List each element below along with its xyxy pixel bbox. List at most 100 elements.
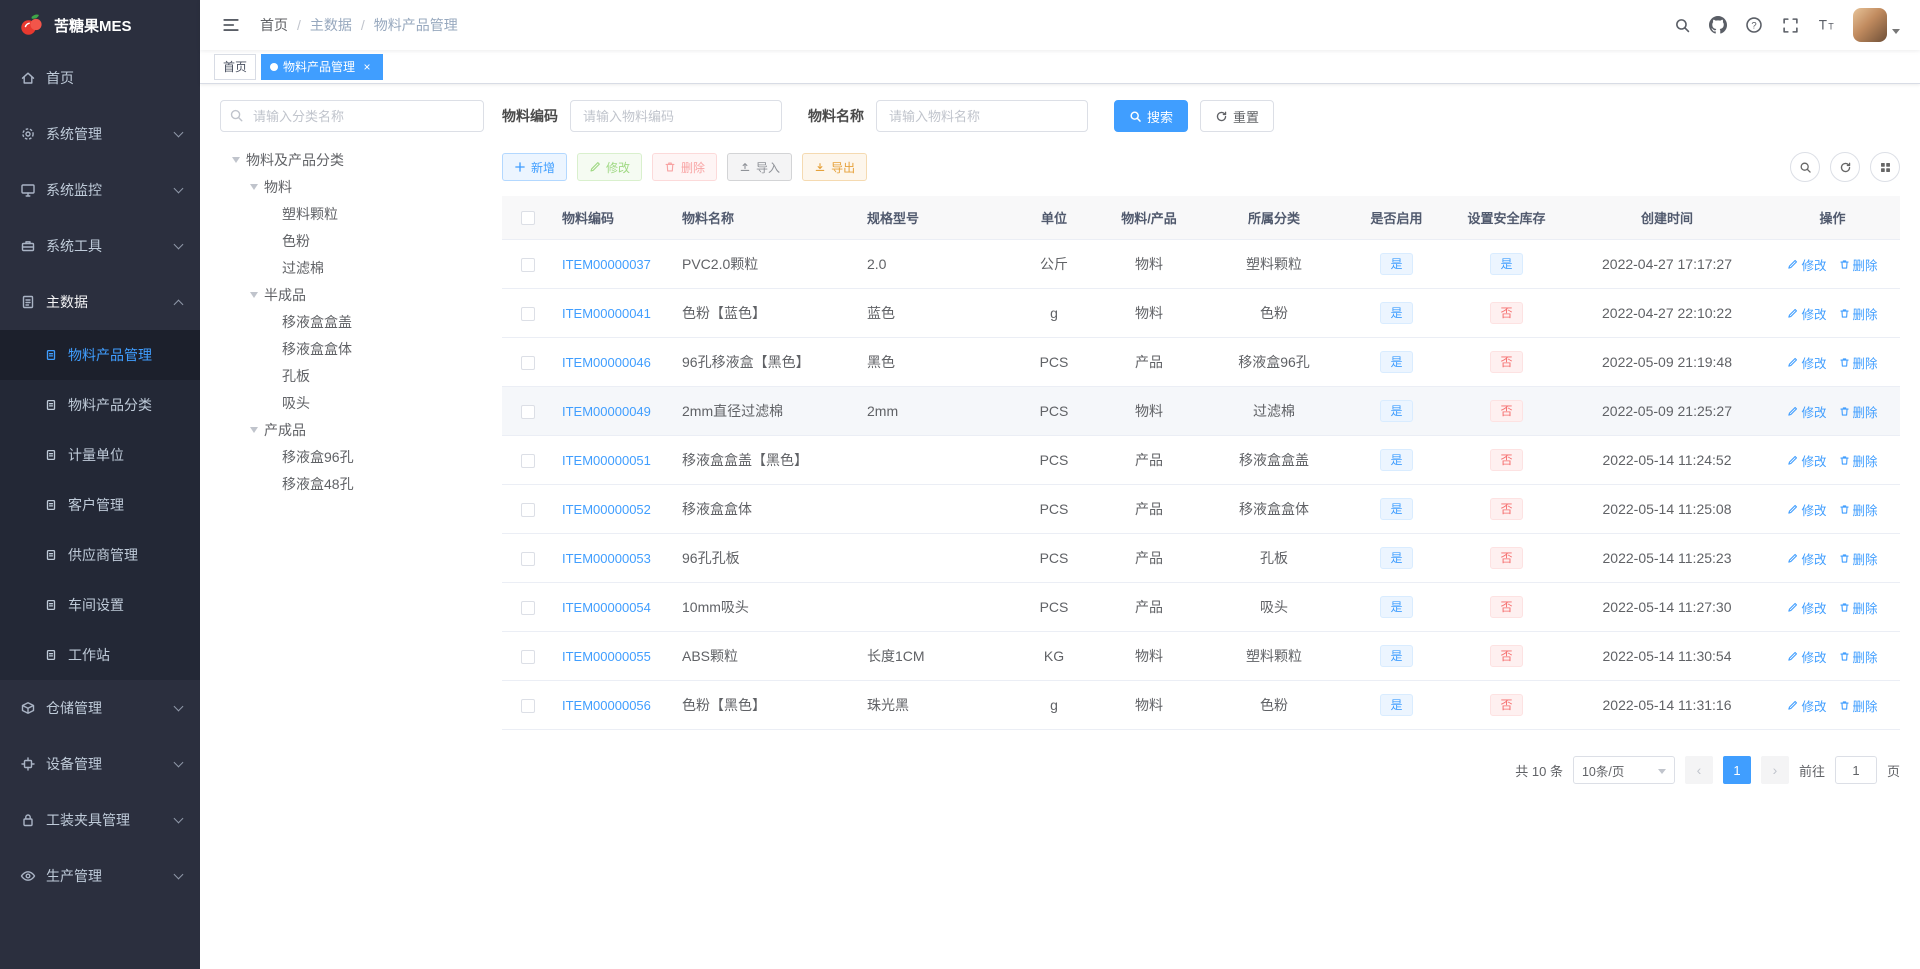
edit-row-button[interactable]: 修改 (1787, 500, 1827, 519)
edit-row-button[interactable]: 修改 (1787, 451, 1827, 470)
column-settings-grid-icon[interactable] (1870, 152, 1900, 182)
material-code-link[interactable]: ITEM00000049 (562, 404, 651, 419)
row-checkbox[interactable] (521, 601, 535, 616)
delete-row-button[interactable]: 删除 (1839, 696, 1878, 715)
material-code-link[interactable]: ITEM00000055 (562, 649, 651, 664)
tab-material-product[interactable]: 物料产品管理 × (261, 53, 384, 80)
sidebar-item-home[interactable]: 首页 (0, 50, 200, 106)
header-search-icon[interactable] (1665, 4, 1699, 46)
table-row[interactable]: ITEM00000056 色粉【黑色】 珠光黑 g 物料 色粉 是 否 2022… (502, 680, 1900, 730)
table-row[interactable]: ITEM00000053 96孔孔板 PCS 产品 孔板 是 否 2022-05… (502, 533, 1900, 583)
tree-node[interactable]: 移液盒盒盖 (220, 308, 484, 335)
tree-caret-icon[interactable] (244, 177, 264, 197)
sidebar-item-system-tools[interactable]: 系统工具 (0, 218, 200, 274)
edit-row-button[interactable]: 修改 (1787, 696, 1827, 715)
sidebar-item-master-data[interactable]: 主数据 (0, 274, 200, 330)
row-checkbox[interactable] (521, 405, 535, 420)
tree-node[interactable]: 产成品 (220, 416, 484, 443)
material-code-link[interactable]: ITEM00000041 (562, 306, 651, 321)
edit-row-button[interactable]: 修改 (1787, 598, 1827, 617)
import-button[interactable]: 导入 (727, 153, 793, 181)
row-checkbox[interactable] (521, 503, 535, 518)
breadcrumb-item[interactable]: 物料产品管理 (352, 15, 458, 35)
sidebar-item-fixtures[interactable]: 工装夹具管理 (0, 792, 200, 848)
goto-page-input[interactable] (1834, 756, 1877, 784)
tree-node[interactable]: 吸头 (220, 389, 484, 416)
table-row[interactable]: ITEM00000055 ABS颗粒 长度1CM KG 物料 塑料颗粒 是 否 … (502, 631, 1900, 681)
tree-node[interactable]: 移液盒96孔 (220, 443, 484, 470)
material-code-link[interactable]: ITEM00000053 (562, 551, 651, 566)
question-icon[interactable]: ? (1737, 4, 1771, 46)
delete-button[interactable]: 删除 (652, 153, 718, 181)
material-name-input[interactable] (876, 100, 1088, 132)
row-checkbox[interactable] (521, 552, 535, 567)
edit-row-button[interactable]: 修改 (1787, 353, 1827, 372)
table-row[interactable]: ITEM00000049 2mm直径过滤棉 2mm PCS 物料 过滤棉 是 否… (502, 386, 1900, 436)
tree-node[interactable]: 色粉 (220, 227, 484, 254)
sidebar-subitem[interactable]: 工作站 (0, 630, 200, 680)
close-icon[interactable]: × (360, 60, 374, 74)
delete-row-button[interactable]: 删除 (1839, 500, 1878, 519)
search-button[interactable]: 搜索 (1114, 100, 1189, 132)
tree-node[interactable]: 移液盒盒体 (220, 335, 484, 362)
tree-caret-icon[interactable] (262, 258, 282, 278)
breadcrumb-item[interactable]: 首页 (260, 15, 288, 35)
row-checkbox[interactable] (521, 258, 535, 273)
delete-row-button[interactable]: 删除 (1839, 402, 1878, 421)
tree-node[interactable]: 孔板 (220, 362, 484, 389)
table-row[interactable]: ITEM00000037 PVC2.0颗粒 2.0 公斤 物料 塑料颗粒 是 是… (502, 239, 1900, 289)
select-all-checkbox[interactable] (521, 211, 535, 226)
breadcrumb-item[interactable]: 主数据 (288, 15, 352, 35)
row-checkbox[interactable] (521, 454, 535, 469)
delete-row-button[interactable]: 删除 (1839, 353, 1878, 372)
delete-row-button[interactable]: 删除 (1839, 647, 1878, 666)
github-icon[interactable] (1701, 4, 1735, 46)
tab-home[interactable]: 首页 (214, 53, 257, 80)
page-1-button[interactable]: 1 (1722, 756, 1751, 784)
tree-caret-icon[interactable] (262, 339, 282, 359)
edit-row-button[interactable]: 修改 (1787, 255, 1827, 274)
user-menu[interactable] (1853, 8, 1906, 42)
row-checkbox[interactable] (521, 699, 535, 714)
edit-row-button[interactable]: 修改 (1787, 402, 1827, 421)
row-checkbox[interactable] (521, 307, 535, 322)
material-code-link[interactable]: ITEM00000054 (562, 600, 651, 615)
tree-node[interactable]: 塑料颗粒 (220, 200, 484, 227)
tree-caret-icon[interactable] (262, 447, 282, 467)
next-page-button[interactable]: › (1760, 756, 1789, 784)
row-checkbox[interactable] (521, 650, 535, 665)
tree-caret-icon[interactable] (262, 204, 282, 224)
tree-node[interactable]: 半成品 (220, 281, 484, 308)
delete-row-button[interactable]: 删除 (1839, 451, 1878, 470)
page-size-select[interactable]: 10条/页 (1572, 756, 1675, 784)
tree-caret-icon[interactable] (226, 150, 246, 170)
row-checkbox[interactable] (521, 356, 535, 371)
sidebar-item-production[interactable]: 生产管理 (0, 848, 200, 904)
sidebar-item-system-monitor[interactable]: 系统监控 (0, 162, 200, 218)
sidebar-subitem[interactable]: 计量单位 (0, 430, 200, 480)
edit-row-button[interactable]: 修改 (1787, 549, 1827, 568)
sidebar-item-equipment[interactable]: 设备管理 (0, 736, 200, 792)
tree-caret-icon[interactable] (262, 366, 282, 386)
font-size-icon[interactable]: T T (1809, 4, 1843, 46)
sidebar-item-system-admin[interactable]: 系统管理 (0, 106, 200, 162)
refresh-icon[interactable] (1830, 152, 1860, 182)
toggle-search-icon[interactable] (1790, 152, 1820, 182)
material-code-link[interactable]: ITEM00000056 (562, 698, 651, 713)
edit-row-button[interactable]: 修改 (1787, 304, 1827, 323)
edit-row-button[interactable]: 修改 (1787, 647, 1827, 666)
export-button[interactable]: 导出 (802, 153, 868, 181)
sidebar-subitem[interactable]: 供应商管理 (0, 530, 200, 580)
table-row[interactable]: ITEM00000052 移液盒盒体 PCS 产品 移液盒盒体 是 否 2022… (502, 484, 1900, 534)
avatar[interactable] (1853, 8, 1887, 42)
delete-row-button[interactable]: 删除 (1839, 549, 1878, 568)
tree-node[interactable]: 物料及产品分类 (220, 146, 484, 173)
tree-caret-icon[interactable] (244, 420, 264, 440)
material-code-link[interactable]: ITEM00000037 (562, 257, 651, 272)
table-row[interactable]: ITEM00000051 移液盒盒盖【黑色】 PCS 产品 移液盒盒盖 是 否 … (502, 435, 1900, 485)
fullscreen-icon[interactable] (1773, 4, 1807, 46)
material-code-link[interactable]: ITEM00000051 (562, 453, 651, 468)
category-search-input[interactable] (220, 100, 484, 132)
delete-row-button[interactable]: 删除 (1839, 598, 1878, 617)
material-code-link[interactable]: ITEM00000046 (562, 355, 651, 370)
